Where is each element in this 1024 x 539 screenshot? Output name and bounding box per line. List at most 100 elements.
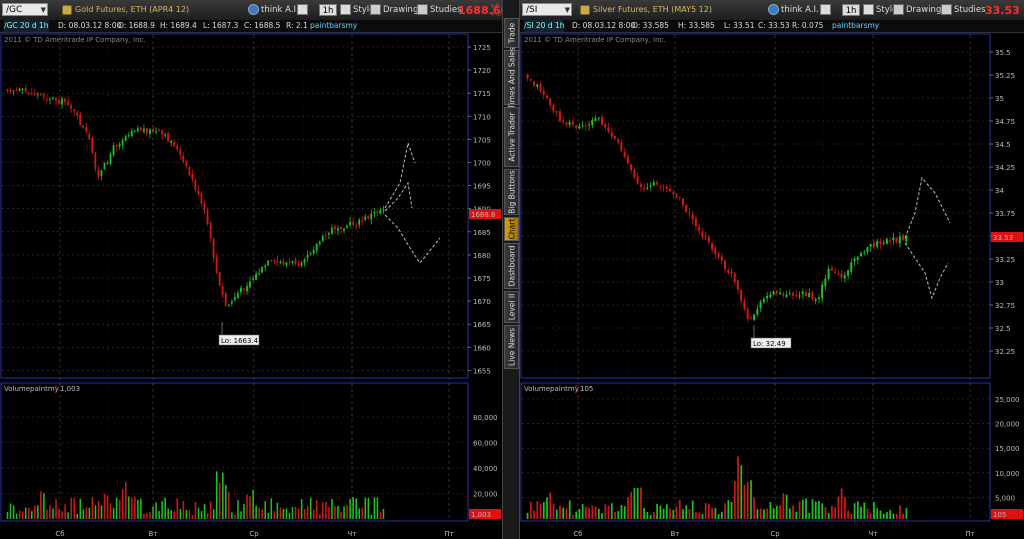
- candle-body: [733, 273, 736, 282]
- candle-body: [252, 278, 254, 281]
- sidebar-tab-big-buttons[interactable]: Big Buttons: [504, 169, 519, 215]
- layout-button[interactable]: [820, 3, 833, 17]
- candle-body: [343, 228, 345, 231]
- candle-body: [723, 260, 727, 269]
- sidebar-tab-dashboard[interactable]: Dashboard: [504, 243, 519, 289]
- last-price: 33.53: [985, 4, 1020, 17]
- gold-price-chart[interactable]: 2011 © TD Ameritrade IP Company, Inc. 172…: [0, 33, 502, 539]
- candle-body: [526, 74, 529, 79]
- study-name[interactable]: paintbarsmy: [310, 20, 357, 32]
- layout-button[interactable]: [297, 3, 310, 17]
- day-axis-label: Ср: [249, 530, 259, 538]
- candle-body: [324, 234, 327, 236]
- candle-body: [824, 278, 827, 286]
- candle-body: [309, 253, 312, 255]
- price-axis-label: 1680: [473, 252, 491, 260]
- candle-body: [604, 124, 607, 128]
- candle-body: [545, 95, 548, 99]
- candle-body: [714, 248, 717, 255]
- sidebar-tab-level-ii[interactable]: Level II: [504, 291, 519, 323]
- chevron-down-icon: ▼: [564, 6, 570, 14]
- symbol-selector[interactable]: /SI ▼: [522, 3, 572, 16]
- candle-body: [869, 243, 872, 247]
- sidebar-tab-label: Live News: [507, 328, 516, 366]
- candle-body: [246, 286, 248, 292]
- candle-body: [118, 143, 121, 147]
- candle-body: [236, 293, 239, 299]
- candle-body: [872, 242, 875, 247]
- drawings-button[interactable]: Drawings: [893, 3, 946, 17]
- think-ai-button[interactable]: think A.I.: [768, 3, 819, 17]
- sidebar-tab-times-and-sales[interactable]: Times And Sales: [504, 47, 519, 108]
- study-name[interactable]: paintbarsmy: [832, 20, 879, 32]
- symbol-selector[interactable]: /GC ▼: [2, 3, 48, 16]
- candle-body: [853, 258, 856, 262]
- day-axis-label: Сб: [55, 530, 64, 538]
- sidebar-tab-label: Big Buttons: [507, 170, 516, 214]
- volume-tag-label: 1,003: [471, 511, 491, 519]
- candle-body: [97, 169, 100, 177]
- candle-body: [312, 249, 315, 254]
- candle-body: [549, 98, 552, 106]
- timeframe-selector[interactable]: 1h: [319, 4, 337, 16]
- instrument-info-icon[interactable]: [62, 5, 72, 15]
- candle-body: [779, 292, 782, 294]
- price-axis-label: 1710: [473, 113, 491, 121]
- timeframe-selector[interactable]: 1h: [842, 4, 860, 16]
- drawings-button[interactable]: Drawings: [370, 3, 423, 17]
- candle-body: [688, 212, 691, 214]
- candle-body: [306, 255, 309, 259]
- candle-body: [889, 240, 892, 242]
- candle-body: [801, 291, 804, 294]
- bar-date: D: 08.03.12 8:00: [58, 21, 122, 30]
- price-axis-label: 1720: [473, 67, 491, 75]
- sidebar-tab-chart[interactable]: Chart: [504, 217, 519, 241]
- sidebar-tab-active-trader[interactable]: Active Trader: [504, 107, 519, 167]
- candle-body: [361, 220, 364, 222]
- projection-line: [384, 214, 441, 264]
- candle-body: [197, 190, 200, 195]
- candle-body: [191, 173, 194, 180]
- candle-body: [762, 298, 765, 303]
- candle-body: [206, 210, 209, 225]
- candle-body: [203, 202, 206, 211]
- instrument-info-icon[interactable]: [580, 5, 590, 15]
- candle-body: [775, 290, 778, 294]
- candle-body: [321, 235, 324, 242]
- day-axis-label: Пт: [965, 530, 974, 538]
- candle-body: [179, 149, 182, 155]
- candle-body: [691, 214, 694, 220]
- candle-body: [623, 151, 626, 158]
- instrument-description: Gold Futures, ETH (APR4 12): [75, 5, 190, 14]
- candle-body: [303, 259, 306, 264]
- price-axis-label: 1660: [473, 344, 491, 352]
- candle-body: [859, 252, 862, 257]
- candle-body: [704, 235, 707, 237]
- candle-body: [707, 236, 710, 243]
- candle-body: [288, 261, 291, 263]
- volume-axis-label: 25,000: [995, 396, 1020, 404]
- candle-body: [902, 235, 905, 241]
- think-ai-button[interactable]: think A.I.: [248, 3, 299, 17]
- candle-body: [701, 231, 704, 237]
- studies-button[interactable]: Studies: [941, 3, 986, 17]
- sidebar-tab-label: Times And Sales: [507, 46, 516, 109]
- candle-body: [685, 205, 688, 212]
- period-label[interactable]: /SI 20 d 1h: [524, 20, 565, 32]
- candle-body: [740, 289, 743, 301]
- sidebar-tab-live-news[interactable]: Live News: [504, 325, 519, 369]
- candle-body: [279, 261, 282, 264]
- candle-body: [367, 216, 370, 219]
- price-tag-label: 33.53: [993, 234, 1013, 242]
- candle-body: [112, 145, 115, 155]
- period-label[interactable]: /GC 20 d 1h: [4, 20, 49, 32]
- candle-body: [898, 236, 901, 244]
- silver-price-chart[interactable]: 2011 © TD Ameritrade IP Company, Inc. 35.…: [520, 33, 1024, 539]
- price-axis-label: 33.75: [995, 210, 1015, 218]
- studies-button[interactable]: Studies: [417, 3, 462, 17]
- chevron-down-icon: ▼: [40, 6, 46, 14]
- sidebar-tab-trade[interactable]: Trade: [504, 18, 519, 48]
- symbol-text: /GC: [6, 5, 23, 15]
- candle-body: [698, 227, 701, 231]
- layout-icon: [820, 4, 831, 15]
